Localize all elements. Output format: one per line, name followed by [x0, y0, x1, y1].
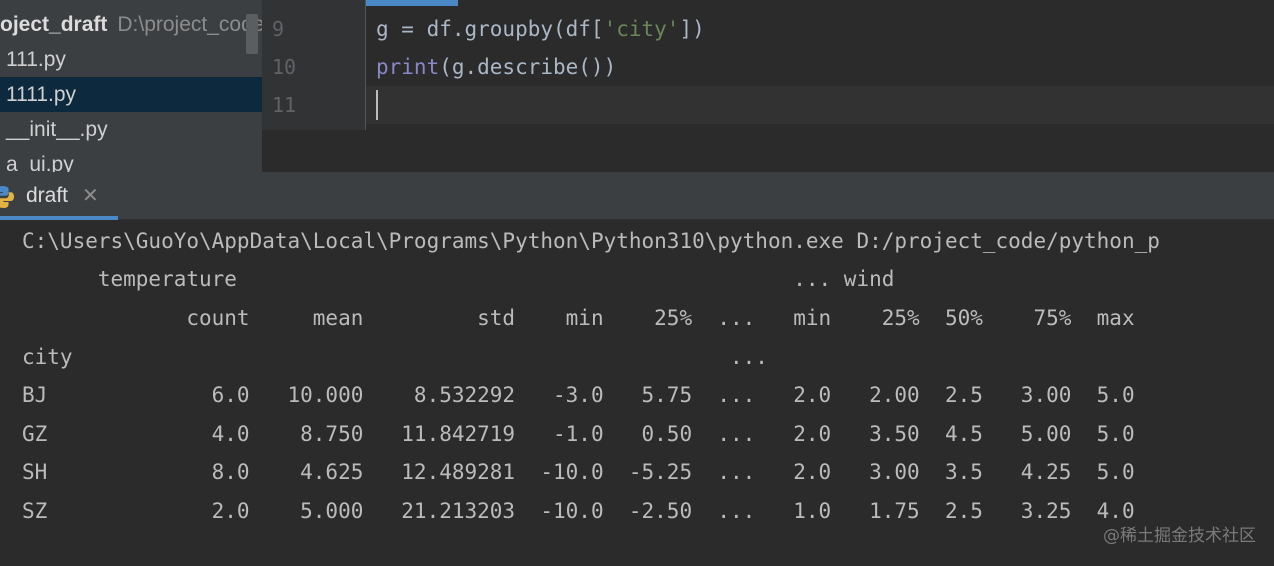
editor-gutter: 9 10 11: [262, 0, 366, 130]
console-line: count mean std min 25% ... min 25% 50% 7…: [22, 306, 1135, 330]
editor-empty-area: [262, 130, 1274, 172]
console-line: temperature ... wind: [22, 267, 895, 291]
code-editor[interactable]: 9 10 11 g = df.groupby(df['city']) print…: [262, 0, 1274, 172]
ide-window: oject_draft D:\project_code 111.py 1111.p…: [0, 0, 1274, 566]
console-line: C:\Users\GuoYo\AppData\Local\Programs\Py…: [22, 229, 1160, 253]
close-icon[interactable]: ✕: [82, 183, 99, 209]
project-path: D:\project_code: [117, 13, 262, 36]
line-number: 10: [272, 55, 297, 79]
line-number: 11: [272, 93, 297, 117]
code-line-10[interactable]: print(g.describe()): [376, 48, 616, 86]
console-line: city ...: [22, 345, 768, 369]
tree-item-111-py[interactable]: 111.py: [0, 42, 262, 77]
python-icon: [0, 186, 14, 208]
string-literal: 'city': [603, 17, 680, 41]
code-token: (g.describe()): [439, 55, 617, 79]
line-number: 9: [272, 17, 285, 41]
code-token: g = df.groupby(df[: [376, 17, 604, 41]
project-tree-scrollbar[interactable]: [246, 14, 258, 54]
text-caret: [376, 90, 378, 120]
run-tool-window-header: draft ✕: [0, 172, 1274, 220]
console-line: GZ 4.0 8.750 11.842719 -1.0 0.50 ... 2.0…: [22, 422, 1135, 446]
watermark: @稀土掘金技术社区: [1103, 526, 1256, 546]
project-root-row[interactable]: oject_draft D:\project_code: [0, 8, 262, 42]
tree-item-a-ui-py[interactable]: a_ui.py: [0, 147, 262, 172]
current-line-highlight: [366, 86, 1274, 124]
code-token: ]): [679, 17, 705, 41]
tree-item-1111-py[interactable]: 1111.py: [0, 77, 262, 112]
builtin-print: print: [376, 55, 440, 79]
project-name: oject_draft: [0, 13, 108, 36]
project-tree-panel: oject_draft D:\project_code 111.py 1111.p…: [0, 0, 262, 172]
console-line: SZ 2.0 5.000 21.213203 -10.0 -2.50 ... 1…: [22, 499, 1135, 523]
run-tab-draft[interactable]: draft ✕: [0, 172, 118, 220]
code-line-9[interactable]: g = df.groupby(df['city']): [376, 10, 705, 48]
console-line: SH 8.0 4.625 12.489281 -10.0 -5.25 ... 2…: [22, 460, 1135, 484]
run-tab-label: draft: [26, 184, 69, 207]
console-line: BJ 6.0 10.000 8.532292 -3.0 5.75 ... 2.0…: [22, 383, 1135, 407]
tree-item-init-py[interactable]: __init__.py: [0, 112, 262, 147]
run-console-output[interactable]: C:\Users\GuoYo\AppData\Local\Programs\Py…: [0, 220, 1274, 566]
